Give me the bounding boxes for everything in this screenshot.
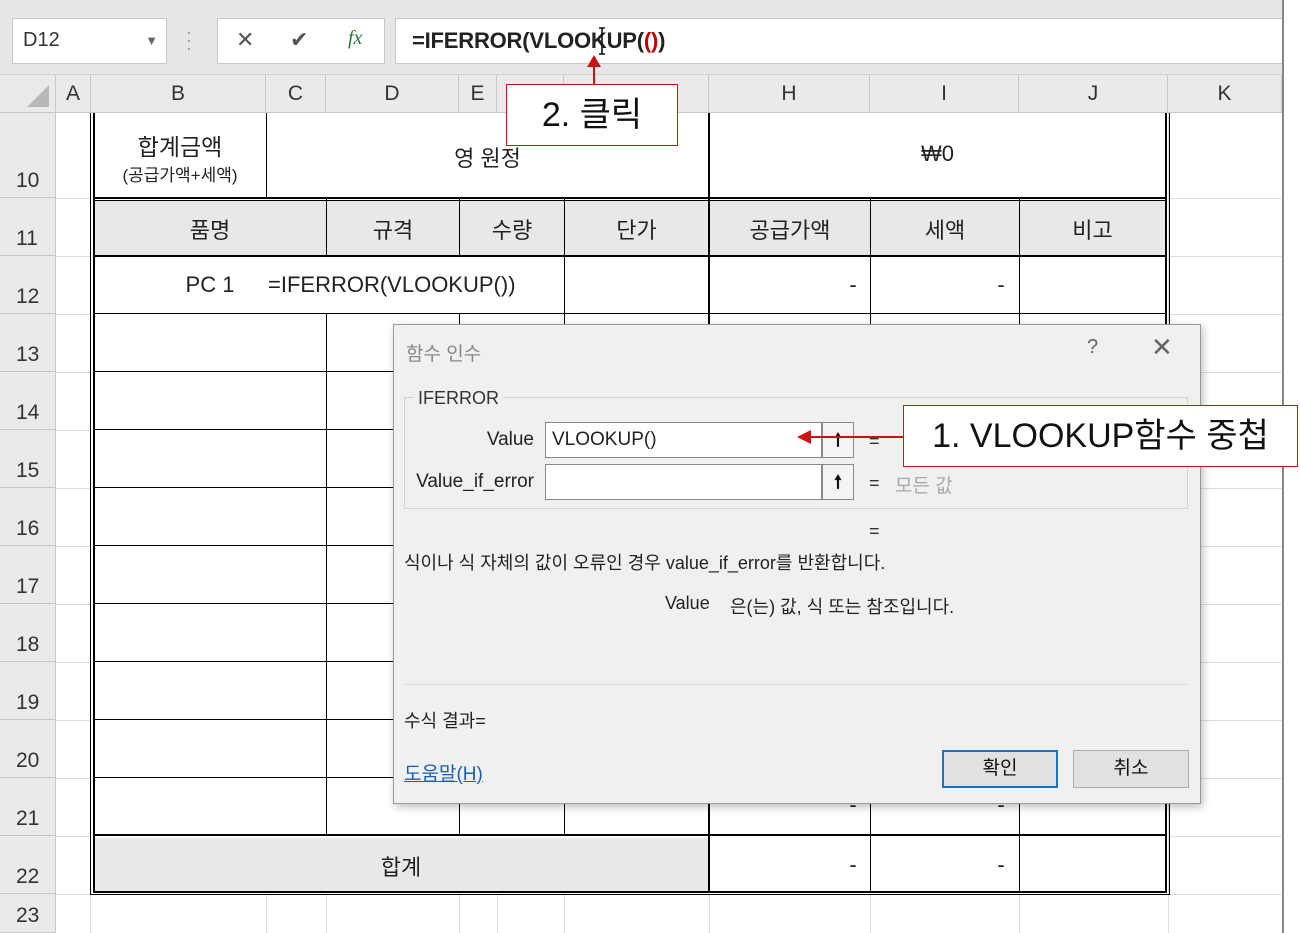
function-description: 식이나 식 자체의 값이 오류인 경우 value_if_error를 반환합니… [404,553,886,573]
arrow-head-left-icon [797,430,811,444]
total-amount-sublabel: (공급가액+세액) [122,166,238,185]
header-tax: 세액 [924,218,966,243]
collapse-dialog-icon[interactable]: 🠕 [822,464,854,500]
col-header-d[interactable]: D [326,75,459,113]
collapse-dialog-icon[interactable]: 🠕 [822,422,854,458]
arg-desc-name: Value [665,593,710,613]
header-supply: 공급가액 [749,218,831,243]
col-header-h[interactable]: H [709,75,870,113]
function-arguments-dialog: 함수 인수 ? ✕ IFERROR Value VLOOKUP() 🠕 = Va… [393,324,1201,804]
arg-label-value: Value [486,429,534,450]
sum-supply: - [849,852,857,877]
row-header-16[interactable]: 16 [0,488,56,546]
formula-main: =IFERROR(VLOOKUP( [412,28,644,53]
ok-button[interactable]: 확인 [942,750,1058,788]
row-header-11[interactable]: 11 [0,198,56,256]
cancel-icon[interactable]: ✕ [236,27,254,53]
formula-close: ) [658,28,666,53]
row-header-22[interactable]: 22 [0,836,56,894]
header-price: 단가 [616,218,657,243]
row-header-10[interactable]: 10 [0,113,56,198]
row-header-21[interactable]: 21 [0,778,56,836]
arg-input-value[interactable]: VLOOKUP() [545,422,822,458]
arg-desc-text: 은(는) 값, 식 또는 참조입니다. [730,597,955,617]
row-header-15[interactable]: 15 [0,430,56,488]
function-name: IFERROR [414,388,503,409]
row-header-20[interactable]: 20 [0,720,56,778]
help-icon[interactable]: ? [1087,336,1098,359]
text-cursor-icon [599,27,605,55]
won-amount: ₩0 [921,141,954,166]
header-qty: 수량 [491,218,533,243]
arg-input-value-if-error[interactable] [545,464,822,500]
dialog-title: 함수 인수 [406,344,482,365]
arg-eq-value: = [869,431,880,451]
chevron-down-icon[interactable]: ▼ [145,33,158,48]
formula-buttons: ✕ ✔ fx [217,18,385,64]
row-header-12[interactable]: 12 [0,256,56,314]
header-item: 품명 [189,218,231,243]
col-header-k[interactable]: K [1168,75,1282,113]
row-header-13[interactable]: 13 [0,314,56,372]
callout-arrow-1 [808,436,904,438]
formula-bar-area: D12 ▼ · · · ✕ ✔ fx =IFERROR(VLOOKUP(()) [0,0,1284,75]
col-header-e[interactable]: E [459,75,497,113]
formula-input[interactable]: =IFERROR(VLOOKUP(()) [395,18,1284,64]
close-icon[interactable]: ✕ [1151,332,1173,363]
arg-eq-value-if-error: = [869,473,880,493]
formula-text: =IFERROR(VLOOKUP(()) [412,28,666,54]
name-box-value: D12 [23,29,60,51]
header-spec: 규격 [372,218,414,243]
row-header-14[interactable]: 14 [0,372,56,430]
insert-function-icon[interactable]: fx [348,27,362,50]
enter-icon[interactable]: ✔ [290,27,308,53]
formula-inner-parens: () [643,28,659,53]
row12-formula-cell[interactable]: =IFERROR(VLOOKUP()) [268,272,528,298]
col-header-j[interactable]: J [1019,75,1168,113]
select-all-corner[interactable] [0,75,56,113]
arg-result-value-if-error: 모든 값 [895,476,953,497]
row12-supply: - [849,272,857,297]
col-header-i[interactable]: I [870,75,1019,113]
row12-tax: - [997,272,1005,297]
row-header-17[interactable]: 17 [0,546,56,604]
row-header-23[interactable]: 23 [0,894,56,933]
row-header-18[interactable]: 18 [0,604,56,662]
arg-label-value-if-error: Value_if_error [416,471,534,492]
sum-tax: - [997,852,1005,877]
header-note: 비고 [1072,218,1113,243]
callout-step-1: 1. VLOOKUP함수 중첩 [903,405,1298,467]
col-header-c[interactable]: C [266,75,326,113]
total-amount-label: 합계금액 [137,134,223,160]
formula-result: 수식 결과= [404,711,486,731]
result-eq: = [869,521,880,541]
name-box[interactable]: D12 ▼ [12,18,167,64]
sum-label: 합계 [380,855,422,880]
row-header-19[interactable]: 19 [0,662,56,720]
callout-arrow-2 [593,64,595,86]
help-link[interactable]: 도움말(H) [404,759,483,786]
arrow-head-up-icon [587,55,601,67]
col-header-a[interactable]: A [56,75,91,113]
col-header-b[interactable]: B [91,75,266,113]
callout-step-2: 2. 클릭 [506,84,678,146]
splitter-dots-icon[interactable]: · · · [186,23,192,57]
cancel-button[interactable]: 취소 [1073,750,1189,788]
